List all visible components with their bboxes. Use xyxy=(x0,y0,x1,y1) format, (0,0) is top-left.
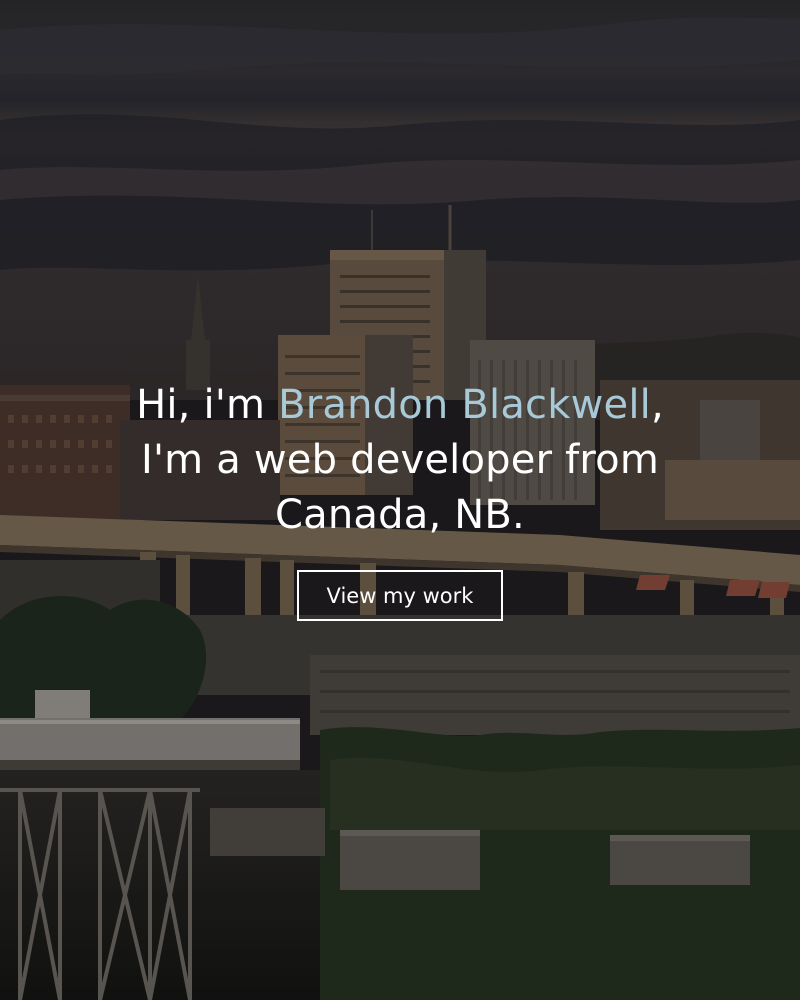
developer-name: Brandon Blackwell xyxy=(278,382,651,428)
hero-section: Hi, i'm Brandon Blackwell, I'm a web dev… xyxy=(0,0,800,1000)
headline-line-3: Canada, NB. xyxy=(275,492,525,538)
name-suffix: , xyxy=(650,382,664,428)
headline-line-2: I'm a web developer from xyxy=(140,437,660,483)
hero-headline: Hi, i'm Brandon Blackwell, I'm a web dev… xyxy=(0,378,800,543)
greeting-text: Hi, i'm xyxy=(136,382,279,428)
view-my-work-button[interactable]: View my work xyxy=(297,570,503,621)
